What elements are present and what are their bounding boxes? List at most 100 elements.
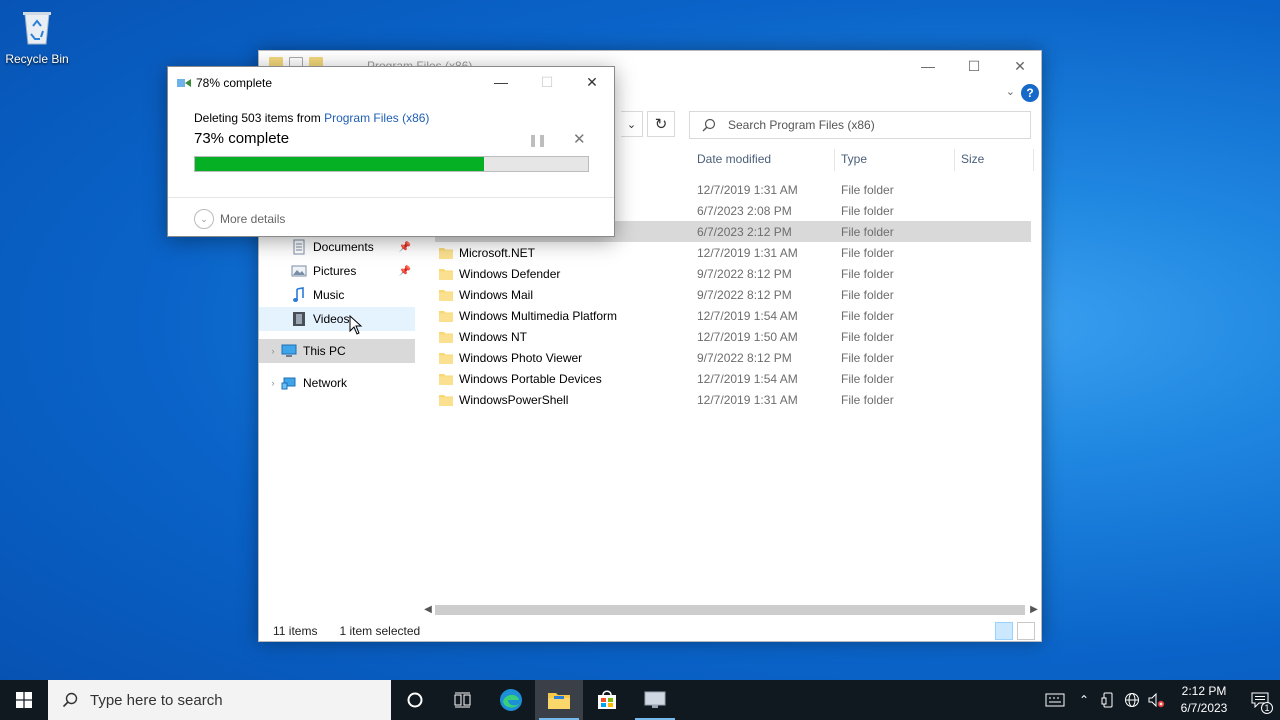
search-input[interactable]: Search Program Files (x86) [689, 111, 1031, 139]
row-type: File folder [841, 329, 894, 344]
column-size[interactable]: Size [961, 152, 984, 166]
row-type: File folder [841, 371, 894, 386]
row-date: 12/7/2019 1:31 AM [697, 245, 798, 260]
pin-icon[interactable]: 📌 [399, 266, 411, 277]
horizontal-scrollbar[interactable]: ◀ ▶ [421, 603, 1041, 617]
nav-item-pictures[interactable]: Pictures 📌 [259, 259, 415, 283]
recycle-bin-shortcut[interactable]: Recycle Bin [4, 6, 70, 66]
row-name: Windows Multimedia Platform [459, 308, 618, 323]
row-type: File folder [841, 245, 894, 260]
scroll-right-icon[interactable]: ▶ [1027, 603, 1041, 617]
maximize-button[interactable]: ☐ [951, 51, 997, 81]
row-date: 12/7/2019 1:31 AM [697, 182, 798, 197]
more-details-label: More details [220, 212, 286, 226]
nav-item-documents[interactable]: Documents 📌 [259, 235, 415, 259]
column-divider[interactable] [834, 149, 835, 171]
keyboard-icon[interactable] [1038, 680, 1072, 720]
task-view-icon [454, 692, 471, 708]
show-hidden-icons-chevron-icon[interactable]: ⌃ [1072, 680, 1096, 720]
minimize-button[interactable]: — [905, 51, 951, 81]
large-icons-view-button[interactable] [1017, 622, 1035, 640]
nav-item-label: Music [313, 288, 345, 302]
recycle-bin-icon [19, 6, 55, 46]
table-row[interactable]: Windows Multimedia Platform 12/7/2019 1:… [435, 305, 1031, 326]
pin-icon[interactable]: 📌 [399, 242, 411, 253]
videos-icon [293, 312, 305, 326]
progress-fill [195, 157, 484, 171]
task-view-button[interactable] [439, 680, 487, 720]
address-history-dropdown[interactable]: ⌄ [621, 111, 643, 137]
progress-bar [194, 156, 589, 172]
table-row[interactable]: Windows NT 12/7/2019 1:50 AM File folder [435, 326, 1031, 347]
scrollbar-thumb[interactable] [435, 605, 1025, 615]
help-icon[interactable]: ? [1021, 84, 1039, 102]
nav-item-music[interactable]: Music [259, 283, 415, 307]
network-globe-icon[interactable] [1120, 680, 1144, 720]
column-type[interactable]: Type [841, 152, 867, 166]
pause-icon[interactable]: ❚❚ [528, 133, 547, 147]
nav-item-label: Network [303, 376, 348, 390]
row-type: File folder [841, 287, 894, 302]
clock-time: 2:12 PM [1181, 684, 1227, 698]
cortana-button[interactable] [391, 680, 439, 720]
recycle-bin-label: Recycle Bin [5, 52, 69, 66]
file-explorer-taskbar-button[interactable] [535, 680, 583, 720]
search-icon [62, 692, 78, 708]
music-icon [293, 287, 304, 302]
close-button[interactable]: ✕ [569, 67, 615, 97]
table-row[interactable]: Windows Photo Viewer 9/7/2022 8:12 PM Fi… [435, 347, 1031, 368]
dialog-title: 78% complete [196, 76, 273, 90]
table-row[interactable]: WindowsPowerShell 12/7/2019 1:31 AM File… [435, 389, 1031, 410]
folder-icon [439, 394, 453, 406]
table-row[interactable]: Windows Portable Devices 12/7/2019 1:54 … [435, 368, 1031, 389]
volume-muted-icon[interactable] [1144, 680, 1168, 720]
nav-item-this-pc[interactable]: › This PC [259, 339, 415, 363]
expand-arrow-icon[interactable]: › [265, 346, 281, 356]
column-divider[interactable] [954, 149, 955, 171]
device-icon[interactable] [1096, 680, 1120, 720]
cancel-icon[interactable]: ✕ [573, 130, 586, 148]
table-row[interactable]: Microsoft.NET 12/7/2019 1:31 AM File fol… [435, 242, 1031, 263]
row-date: 12/7/2019 1:54 AM [697, 308, 798, 323]
row-type: File folder [841, 182, 894, 197]
edge-taskbar-button[interactable] [487, 680, 535, 720]
table-row[interactable]: Windows Defender 9/7/2022 8:12 PM File f… [435, 263, 1031, 284]
nav-item-videos[interactable]: Videos [259, 307, 415, 331]
column-divider[interactable] [1033, 149, 1034, 171]
column-date-modified[interactable]: Date modified [697, 152, 771, 166]
nav-item-network[interactable]: › Network [259, 371, 415, 395]
row-type: File folder [841, 350, 894, 365]
taskbar-search-box[interactable]: Type here to search [48, 680, 391, 720]
app-taskbar-button[interactable] [631, 680, 679, 720]
windows-logo-icon [16, 692, 32, 708]
clock-date: 6/7/2023 [1180, 701, 1228, 715]
row-date: 6/7/2023 2:12 PM [697, 224, 792, 239]
start-button[interactable] [0, 680, 48, 720]
source-folder-link[interactable]: Program Files (x86) [324, 111, 429, 125]
close-button[interactable]: ✕ [997, 51, 1043, 81]
chevron-down-icon: ⌄ [194, 209, 214, 229]
row-name: WindowsPowerShell [459, 392, 569, 407]
store-taskbar-button[interactable] [583, 680, 631, 720]
documents-icon [293, 239, 305, 255]
table-row[interactable]: Windows Mail 9/7/2022 8:12 PM File folde… [435, 284, 1031, 305]
row-type: File folder [841, 266, 894, 281]
scroll-left-icon[interactable]: ◀ [421, 603, 435, 617]
minimize-button[interactable]: — [478, 67, 524, 97]
cortana-icon [407, 692, 423, 708]
refresh-button[interactable]: ↻ [647, 111, 675, 137]
store-icon [598, 690, 616, 709]
status-bar: 11 items 1 item selected [259, 619, 1041, 643]
expand-ribbon-icon[interactable]: ⌄ [1006, 85, 1015, 98]
nav-item-label: Documents [313, 240, 374, 254]
divider [168, 197, 614, 198]
more-details-button[interactable]: ⌄ More details [194, 209, 285, 229]
row-date: 12/7/2019 1:50 AM [697, 329, 798, 344]
expand-arrow-icon[interactable]: › [265, 378, 281, 388]
pictures-icon [291, 265, 307, 277]
details-view-button[interactable] [995, 622, 1013, 640]
action-center-button[interactable]: 1 [1240, 680, 1280, 720]
row-name: Windows Defender [459, 266, 561, 281]
clock[interactable]: 2:12 PM 6/7/2023 [1168, 683, 1240, 717]
nav-item-label: This PC [303, 344, 346, 358]
